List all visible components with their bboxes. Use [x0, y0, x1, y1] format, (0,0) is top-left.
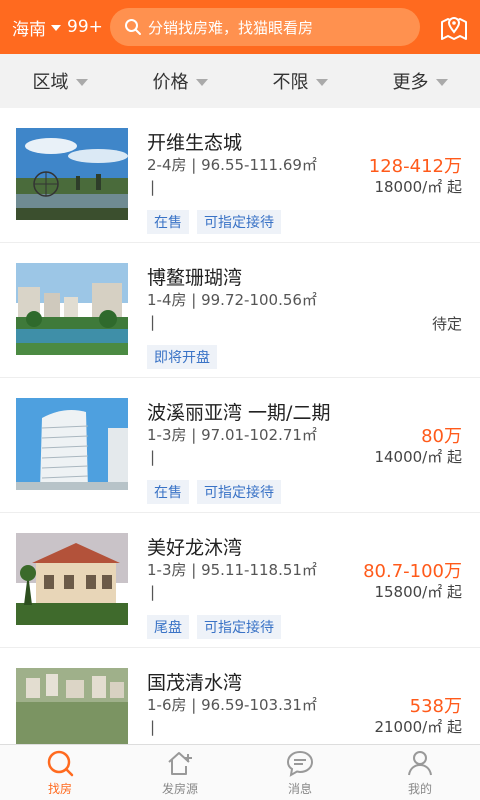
- nav-item-me[interactable]: 我的: [360, 745, 480, 800]
- nav-item-find[interactable]: 找房: [0, 745, 120, 800]
- status-badge: 在售: [147, 480, 189, 504]
- triangle-down-icon: [195, 78, 208, 86]
- listing-spec: 1-3房 | 95.11-118.51㎡: [147, 561, 317, 579]
- search-icon: [125, 19, 141, 35]
- listing-name: 博鳌珊瑚湾: [147, 267, 243, 289]
- listing-name: 国茂清水湾: [147, 672, 243, 694]
- bottom-nav: 找房 发房源 消息 我的: [0, 744, 480, 800]
- filter-rooms[interactable]: 不限: [240, 54, 360, 108]
- listing-price: 128-412万: [368, 156, 462, 177]
- filter-more[interactable]: 更多: [360, 54, 480, 108]
- filter-label: 更多: [392, 72, 429, 93]
- listing-photo: [16, 398, 128, 490]
- filter-label: 区域: [32, 72, 69, 93]
- listing-spec: 2-4房 | 96.55-111.69㎡: [147, 156, 317, 174]
- person-icon: [408, 751, 432, 776]
- listing-price: 538万: [409, 696, 462, 717]
- listing-photo: [16, 128, 128, 220]
- city-selector[interactable]: 海南 99+: [12, 15, 103, 40]
- top-header: 海南 99+ 分销找房难，找猫眼看房: [0, 0, 480, 54]
- reception-badge: 可指定接待: [197, 615, 281, 639]
- listing-price: 80万: [421, 426, 462, 447]
- nav-label: 找房: [47, 782, 72, 796]
- listing-divider: |: [150, 448, 156, 466]
- reception-badge: 可指定接待: [197, 210, 281, 234]
- listing-tags: 在售 可指定接待: [147, 210, 281, 234]
- reception-badge: 可指定接待: [197, 480, 281, 504]
- listing-photo: [16, 263, 128, 355]
- listing-tags: 在售 可指定接待: [147, 480, 281, 504]
- listing-unit-price: 14000/㎡ 起: [374, 448, 462, 466]
- listing-list: 开维生态城 2-4房 | 96.55-111.69㎡ | 128-412万 18…: [0, 108, 480, 744]
- nav-label: 发房源: [161, 782, 198, 796]
- listing-unit-price: 21000/㎡ 起: [374, 718, 462, 736]
- triangle-down-icon: [315, 78, 328, 86]
- listing-unit-price: 18000/㎡ 起: [374, 178, 462, 196]
- listing-name: 波溪丽亚湾 一期/二期: [147, 402, 331, 424]
- listing-spec: 1-3房 | 97.01-102.71㎡: [147, 426, 317, 444]
- listing-spec: 1-4房 | 99.72-100.56㎡: [147, 291, 317, 309]
- status-badge: 即将开盘: [147, 345, 217, 369]
- listing-spec: 1-6房 | 96.59-103.31㎡: [147, 696, 317, 714]
- listing-item[interactable]: 国茂清水湾 1-6房 | 96.59-103.31㎡ | 538万 21000/…: [0, 648, 480, 744]
- listing-tags: 即将开盘: [147, 345, 217, 369]
- house-plus-icon: [168, 752, 192, 775]
- listing-name: 开维生态城: [147, 132, 243, 154]
- listing-name: 美好龙沐湾: [147, 537, 243, 559]
- listing-tags: 尾盘 可指定接待: [147, 615, 281, 639]
- listing-photo: [16, 533, 128, 625]
- listing-photo: [16, 668, 128, 744]
- listing-item[interactable]: 波溪丽亚湾 一期/二期 1-3房 | 97.01-102.71㎡ | 80万 1…: [0, 378, 480, 513]
- filter-bar: 区域 价格 不限 更多: [0, 54, 480, 108]
- listing-unit-price: 15800/㎡ 起: [374, 583, 462, 601]
- listing-item[interactable]: 美好龙沐湾 1-3房 | 95.11-118.51㎡ | 80.7-100万 1…: [0, 513, 480, 648]
- nav-item-messages[interactable]: 消息: [240, 745, 360, 800]
- notification-badge: 99+: [67, 17, 103, 37]
- status-badge: 尾盘: [147, 615, 189, 639]
- listing-divider: |: [150, 583, 156, 601]
- filter-price[interactable]: 价格: [120, 54, 240, 108]
- triangle-down-icon: [435, 78, 448, 86]
- listing-status-text: 待定: [431, 315, 462, 333]
- nav-item-post[interactable]: 发房源: [120, 745, 240, 800]
- listing-divider: |: [150, 178, 156, 196]
- search-bar[interactable]: 分销找房难，找猫眼看房: [110, 8, 420, 46]
- nav-label: 我的: [407, 782, 432, 796]
- search-placeholder: 分销找房难，找猫眼看房: [148, 18, 314, 37]
- filter-label: 价格: [152, 72, 189, 93]
- filter-region[interactable]: 区域: [0, 54, 120, 108]
- listing-divider: |: [150, 718, 156, 736]
- listing-price: 80.7-100万: [363, 561, 462, 582]
- triangle-down-icon: [51, 25, 61, 31]
- map-pin-icon[interactable]: [440, 12, 468, 42]
- triangle-down-icon: [75, 78, 88, 86]
- chat-bubble-icon: [286, 750, 314, 777]
- city-label: 海南: [12, 19, 46, 40]
- listing-item[interactable]: 博鳌珊瑚湾 1-4房 | 99.72-100.56㎡ | 待定 即将开盘: [0, 243, 480, 378]
- search-icon: [47, 750, 74, 777]
- nav-label: 消息: [287, 782, 312, 796]
- listing-divider: |: [150, 313, 156, 331]
- listing-item[interactable]: 开维生态城 2-4房 | 96.55-111.69㎡ | 128-412万 18…: [0, 108, 480, 243]
- status-badge: 在售: [147, 210, 189, 234]
- filter-label: 不限: [272, 72, 309, 93]
